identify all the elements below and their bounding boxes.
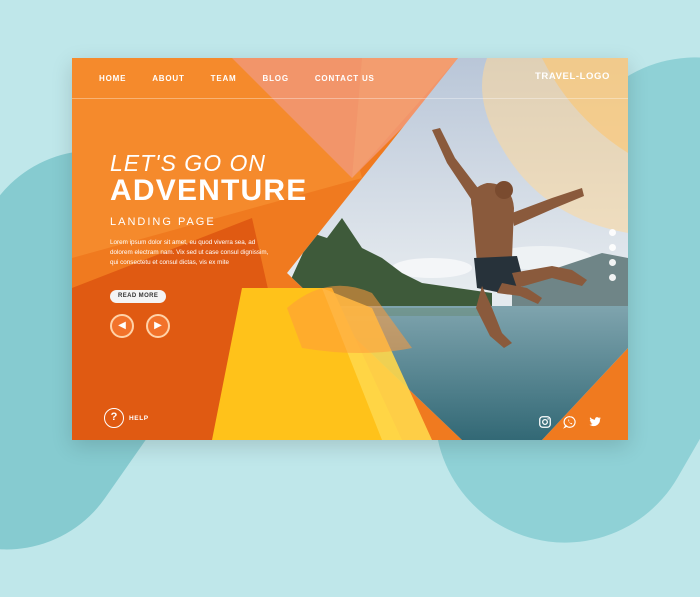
nav-divider — [72, 98, 628, 99]
carousel-dot[interactable] — [609, 244, 616, 251]
nav-contact-us[interactable]: CONTACT US — [315, 74, 375, 83]
next-arrow-button[interactable]: ▶ — [146, 314, 170, 338]
hero-body-text: Lorem ipsum dolor sit amet, eu quod vive… — [110, 239, 269, 266]
chevron-left-icon: ◀ — [118, 320, 126, 331]
social-links — [538, 415, 602, 429]
travel-logo[interactable]: TRAVEL-LOGO — [535, 71, 610, 82]
instagram-icon[interactable] — [538, 415, 552, 429]
top-navigation: HOME ABOUT TEAM BLOG CONTACT US TRAVEL-L… — [72, 58, 628, 98]
carousel-dot[interactable] — [609, 259, 616, 266]
nav-links: HOME ABOUT TEAM BLOG CONTACT US — [99, 74, 401, 83]
nav-team[interactable]: TEAM — [211, 74, 237, 83]
hero-title: ADVENTURE — [110, 174, 308, 207]
carousel-dot[interactable] — [609, 274, 616, 281]
twitter-icon[interactable] — [588, 415, 602, 429]
read-more-button[interactable]: READ MORE — [110, 290, 167, 303]
landing-page-card: HOME ABOUT TEAM BLOG CONTACT US TRAVEL-L… — [72, 58, 628, 440]
prev-arrow-button[interactable]: ◀ — [110, 314, 134, 338]
help-icon[interactable]: ? — [104, 408, 124, 428]
carousel-dots — [609, 229, 616, 289]
nav-home[interactable]: HOME — [99, 74, 126, 83]
hero-pre-title: LET'S GO ON — [110, 150, 266, 176]
nav-blog[interactable]: BLOG — [263, 74, 289, 83]
chevron-right-icon: ▶ — [154, 320, 162, 331]
nav-about[interactable]: ABOUT — [152, 74, 184, 83]
whatsapp-icon[interactable] — [563, 415, 577, 429]
hero-subtitle: LANDING PAGE — [110, 216, 216, 228]
carousel-dot[interactable] — [609, 229, 616, 236]
help-label[interactable]: HELP — [129, 415, 149, 422]
